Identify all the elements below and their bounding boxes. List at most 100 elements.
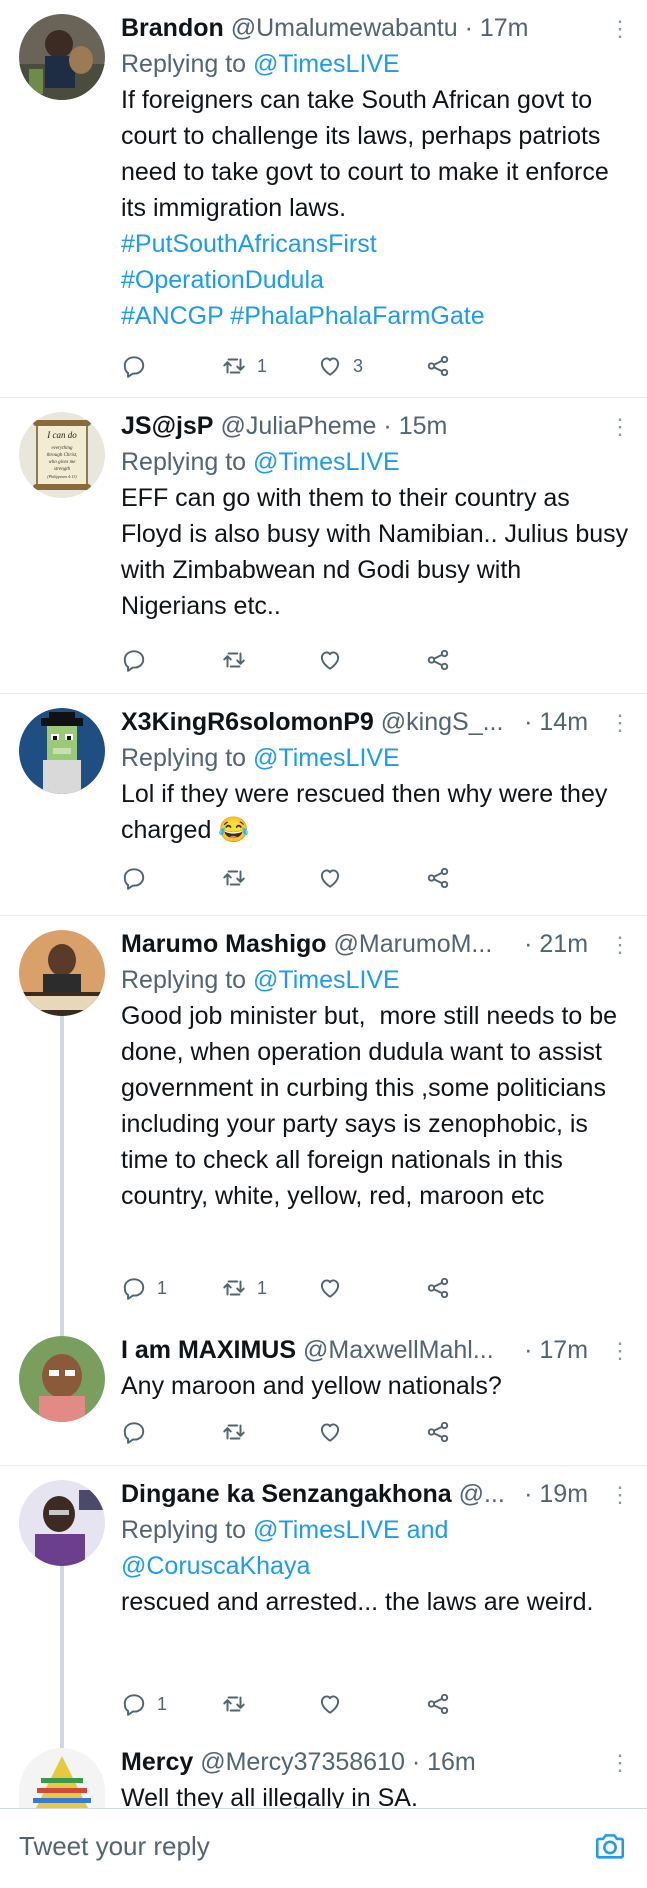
timestamp[interactable]: 15m [399, 412, 448, 440]
tweet[interactable]: I can do everything through Christ, who … [0, 398, 647, 694]
hashtag-link[interactable]: #OperationDudula [121, 262, 633, 298]
timestamp[interactable]: 14m [539, 708, 588, 736]
retweet-count: 1 [257, 1277, 268, 1298]
avatar[interactable] [19, 708, 105, 794]
like-button[interactable]: 3 [317, 348, 363, 384]
tweet-text: EFF can go with them to their country as… [121, 484, 636, 620]
author-handle[interactable]: @JuliaPheme [220, 412, 376, 440]
more-options-icon[interactable]: ⋮ [609, 1477, 631, 1513]
like-button[interactable] [317, 642, 343, 678]
tweet[interactable]: Dingane ka Senzangakhona @... · 19m ⋮ Re… [0, 1466, 647, 1734]
tweet[interactable]: Marumo Mashigo @MarumoM... · 21m ⋮ Reply… [0, 916, 647, 1322]
replying-to-link[interactable]: @TimesLIVE [253, 744, 400, 772]
replying-to-label: Replying to [121, 1516, 247, 1544]
svg-text:(Philippians 4:13): (Philippians 4:13) [47, 474, 77, 479]
retweet-button[interactable] [221, 860, 247, 896]
author-name[interactable]: Dingane ka Senzangakhona [121, 1480, 452, 1508]
like-button[interactable] [317, 1686, 343, 1722]
author-name[interactable]: Brandon [121, 14, 224, 42]
camera-icon[interactable] [593, 1829, 627, 1863]
reply-composer[interactable]: Tweet your reply [0, 1808, 647, 1888]
author-handle[interactable]: @MaxwellMahl... [303, 1336, 494, 1364]
avatar[interactable] [19, 930, 105, 1016]
retweet-icon [223, 1696, 245, 1712]
author-handle[interactable]: @Mercy37358610 [200, 1748, 405, 1776]
tweet[interactable]: I am MAXIMUS @MaxwellMahl... · 17m ⋮ Any… [0, 1322, 647, 1466]
retweet-button[interactable] [221, 642, 247, 678]
replying-to-link[interactable]: @CoruscaKhaya [121, 1552, 310, 1580]
more-options-icon[interactable]: ⋮ [609, 11, 631, 47]
reply-button[interactable]: 1 [121, 1270, 167, 1306]
retweet-button[interactable] [221, 1414, 247, 1450]
separator: · [411, 1748, 421, 1776]
author-handle[interactable]: @MarumoM... [334, 930, 493, 958]
avatar[interactable] [19, 1336, 105, 1422]
replying-to-link[interactable]: @TimesLIVE [253, 50, 400, 78]
heart-icon [320, 651, 340, 670]
reply-icon [123, 868, 145, 890]
retweet-button[interactable] [221, 1686, 247, 1722]
like-button[interactable] [317, 860, 343, 896]
reply-input[interactable]: Tweet your reply [19, 1831, 210, 1862]
author-handle[interactable]: @kingS_... [381, 708, 504, 736]
more-options-icon[interactable]: ⋮ [609, 927, 631, 963]
more-options-icon[interactable]: ⋮ [609, 705, 631, 741]
share-button[interactable] [425, 348, 451, 384]
thread-line [60, 1322, 64, 1336]
reply-button[interactable] [121, 860, 147, 896]
like-button[interactable] [317, 1270, 343, 1306]
tweet-text: Good job minister but, more still needs … [121, 1002, 625, 1210]
replying-to-link[interactable]: @TimesLIVE [253, 448, 400, 476]
retweet-button[interactable]: 1 [221, 1270, 267, 1306]
author-name[interactable]: X3KingR6solomonP9 [121, 708, 374, 736]
reply-button[interactable] [121, 348, 147, 384]
share-button[interactable] [425, 1270, 451, 1306]
tweet[interactable]: Mercy @Mercy37358610 · 16m ⋮ Well they a… [0, 1734, 647, 1812]
more-options-icon[interactable]: ⋮ [609, 409, 631, 445]
reply-button[interactable]: 1 [121, 1686, 167, 1722]
separator: · [524, 1336, 533, 1364]
author-name[interactable]: I am MAXIMUS [121, 1336, 296, 1364]
tweet[interactable]: Brandon @Umalumewabantu · 17m ⋮ Replying… [0, 0, 647, 398]
timestamp[interactable]: 19m [539, 1480, 588, 1508]
retweet-button[interactable]: 1 [221, 348, 267, 384]
tweet-actions [121, 1414, 541, 1450]
thread-line [60, 1734, 64, 1748]
hashtag-link[interactable]: #ANCGP #PhalaPhalaFarmGate [121, 298, 633, 334]
share-button[interactable] [425, 1414, 451, 1450]
share-button[interactable] [425, 642, 451, 678]
author-name[interactable]: Mercy [121, 1748, 193, 1776]
reply-button[interactable] [121, 642, 147, 678]
avatar[interactable] [19, 14, 105, 100]
share-button[interactable] [425, 860, 451, 896]
timestamp[interactable]: 17m [480, 14, 529, 42]
author-name[interactable]: JS@jsP [121, 412, 213, 440]
hashtag-link[interactable]: #PutSouthAfricansFirst [121, 226, 633, 262]
timestamp[interactable]: 21m [539, 930, 588, 958]
replying-to-link[interactable]: @TimesLIVE [253, 966, 400, 994]
author-handle[interactable]: @... [459, 1480, 505, 1508]
avatar[interactable]: I can do everything through Christ, who … [19, 412, 105, 498]
tweet-text: Lol if they were rescued then why were t… [121, 780, 615, 844]
more-options-icon[interactable]: ⋮ [609, 1333, 631, 1369]
avatar[interactable] [19, 1480, 105, 1566]
retweet-icon [223, 358, 245, 374]
retweet-count: 1 [257, 355, 268, 376]
tweet[interactable]: X3KingR6solomonP9 @kingS_... · 14m ⋮ Rep… [0, 694, 647, 916]
tweet-text: If foreigners can take South African gov… [121, 86, 616, 222]
heart-icon [320, 1279, 340, 1298]
author-handle[interactable]: @Umalumewabantu [231, 14, 458, 42]
retweet-icon [223, 1424, 245, 1440]
avatar-pyramid-icon [19, 1748, 105, 1808]
replying-to-link[interactable]: @TimesLIVE and [253, 1516, 448, 1544]
more-options-icon[interactable]: ⋮ [609, 1745, 631, 1781]
timestamp[interactable]: 17m [539, 1336, 588, 1364]
timestamp[interactable]: 16m [427, 1748, 476, 1776]
separator: · [524, 708, 533, 736]
share-button[interactable] [425, 1686, 451, 1722]
author-name[interactable]: Marumo Mashigo [121, 930, 327, 958]
retweet-icon [223, 652, 245, 668]
avatar[interactable] [19, 1748, 105, 1808]
reply-button[interactable] [121, 1414, 147, 1450]
like-button[interactable] [317, 1414, 343, 1450]
